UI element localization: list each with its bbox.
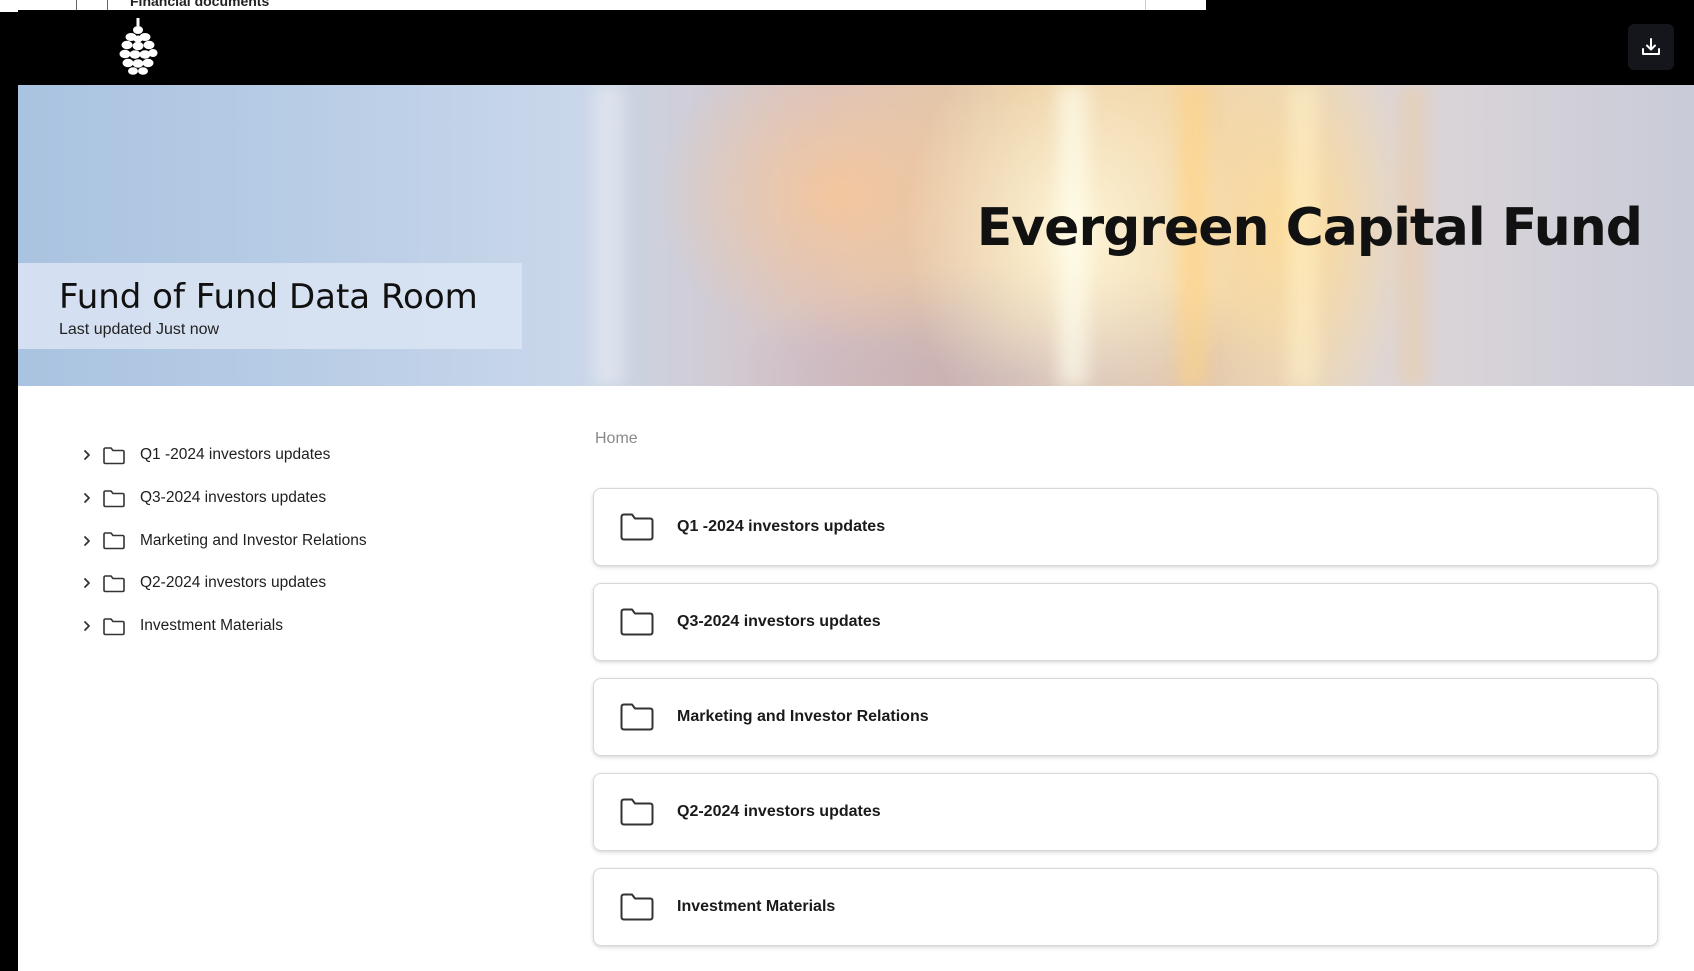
pinecone-logo-icon[interactable] [116, 18, 160, 76]
tree-item[interactable]: Q3-2024 investors updates [76, 477, 496, 520]
chevron-right-icon[interactable] [76, 445, 98, 465]
tree-item-label: Q3-2024 investors updates [140, 489, 327, 507]
tree-item[interactable]: Q2-2024 investors updates [76, 562, 496, 605]
top-bar [18, 10, 1694, 85]
data-room-card: Fund of Fund Data Room Last updated Just… [18, 263, 522, 349]
folder-icon [102, 530, 130, 552]
folder-card-label: Q2-2024 investors updates [677, 803, 881, 820]
hero-banner: Evergreen Capital Fund Fund of Fund Data… [18, 85, 1694, 386]
tree-item[interactable]: Investment Materials [76, 605, 496, 648]
last-updated-text: Last updated Just now [59, 321, 220, 338]
folder-icon [619, 891, 657, 923]
download-button[interactable] [1628, 24, 1674, 70]
folder-icon [619, 796, 657, 828]
chevron-right-icon[interactable] [76, 616, 98, 636]
chevron-right-icon[interactable] [76, 488, 98, 508]
folder-list: Q1 -2024 investors updates Q3-2024 inves… [593, 488, 1658, 963]
folder-icon [619, 606, 657, 638]
chevron-right-icon[interactable] [76, 573, 98, 593]
tree-item[interactable]: Marketing and Investor Relations [76, 519, 496, 562]
folder-card[interactable]: Q3-2024 investors updates [593, 583, 1658, 661]
folder-icon [619, 701, 657, 733]
folder-icon [619, 511, 657, 543]
breadcrumb-home[interactable]: Home [595, 430, 638, 448]
tree-item[interactable]: Q1 -2024 investors updates [76, 434, 496, 477]
folder-card[interactable]: Marketing and Investor Relations [593, 678, 1658, 756]
folder-card[interactable]: Q2-2024 investors updates [593, 773, 1658, 851]
banner-light-streak [593, 85, 623, 386]
tree-item-label: Q2-2024 investors updates [140, 574, 327, 592]
chevron-right-icon[interactable] [76, 531, 98, 551]
folder-card-label: Investment Materials [677, 898, 836, 915]
tree-item-label: Investment Materials [140, 617, 283, 635]
folder-card-label: Marketing and Investor Relations [677, 708, 929, 725]
folder-tree: Q1 -2024 investors updates Q3-2024 inves… [76, 434, 496, 647]
folder-card-label: Q1 -2024 investors updates [677, 518, 886, 535]
data-room-window: Evergreen Capital Fund Fund of Fund Data… [18, 10, 1694, 971]
folder-icon [102, 487, 130, 509]
data-room-title: Fund of Fund Data Room [59, 277, 478, 317]
tree-item-label: Q1 -2024 investors updates [140, 446, 331, 464]
folder-card[interactable]: Q1 -2024 investors updates [593, 488, 1658, 566]
fund-name-title: Evergreen Capital Fund [976, 198, 1643, 258]
background-row-label: Financial documents [130, 0, 270, 9]
folder-icon [102, 615, 130, 637]
folder-icon [102, 572, 130, 594]
tree-item-label: Marketing and Investor Relations [140, 531, 367, 549]
folder-card[interactable]: Investment Materials [593, 868, 1658, 946]
download-icon [1642, 38, 1660, 55]
folder-icon [102, 444, 130, 466]
folder-card-label: Q3-2024 investors updates [677, 613, 881, 630]
